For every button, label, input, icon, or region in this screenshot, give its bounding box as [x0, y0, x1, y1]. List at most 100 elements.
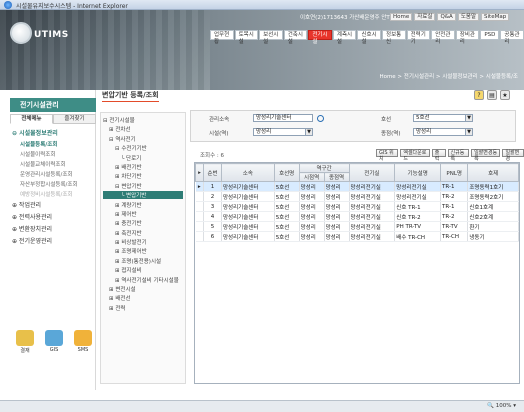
grid-action-button[interactable]: 신규등록	[447, 149, 470, 162]
sidebar-group[interactable]: ⊖ 시설물정보관리	[12, 128, 94, 137]
table-row[interactable]: 2 망성리기술센터 5호선 망성리 망성리 망성리전기실 망성리전기실 TR-2 조명동력2호기	[195, 191, 519, 202]
row-selector[interactable]	[195, 231, 204, 242]
facility-select[interactable]: 망성리 ▼	[253, 128, 313, 136]
tree-node[interactable]: ⊞ 전차선	[103, 125, 183, 133]
col-room[interactable]: 전기실	[348, 163, 396, 182]
zoom-level[interactable]: 🔍 100% ▾	[487, 403, 516, 409]
type-select[interactable]: 망성리 ▼	[413, 128, 473, 136]
row-selector[interactable]	[195, 191, 204, 202]
sidebar-item[interactable]: 시설물교체이력조회	[12, 160, 94, 168]
app-logo[interactable]: UTIMS	[10, 18, 68, 58]
grid-action-button[interactable]: 출력	[431, 149, 446, 162]
sidebar-group[interactable]: ⊕ 전력사용관리	[12, 212, 94, 221]
line-select-value: 5호선	[416, 115, 430, 121]
top-menu-item[interactable]: 계측시설	[332, 30, 357, 45]
row-selector[interactable]	[195, 201, 204, 212]
util-link[interactable]: Home	[390, 13, 413, 21]
sidebar-item[interactable]: 자산부정합시설등록/조회	[12, 180, 94, 188]
print-icon[interactable]: ▤	[487, 90, 497, 100]
facility-label: 시설(역)	[209, 131, 229, 137]
tree-node[interactable]: ⊞ 조명제어반	[103, 247, 183, 255]
line-select[interactable]: 5호선 ▼	[413, 114, 473, 122]
top-menu-item[interactable]: 건축시설	[283, 30, 308, 45]
sidebar-group[interactable]: ⊕ 변환장치관리	[12, 224, 94, 233]
table-cell: 망성리전기실	[394, 181, 442, 192]
help-icon[interactable]: ?	[474, 90, 484, 100]
top-menu-item[interactable]: 업무현황	[210, 30, 234, 45]
sms-button[interactable]: SMS	[72, 330, 94, 354]
col-end[interactable]: 종점역	[323, 172, 350, 182]
tree-node[interactable]: ⊞ 전력	[103, 304, 183, 312]
sidebar-group[interactable]: ⊕ 전기운영관리	[12, 236, 94, 245]
tree-node[interactable]: ⊟ 역사전기	[103, 135, 183, 143]
sidebar-item[interactable]: 시설물이력조회	[12, 150, 94, 158]
grid-action-button[interactable]: 엑셀다운로드	[400, 149, 430, 162]
col-seq[interactable]: 순번	[203, 163, 222, 182]
search-icon[interactable]	[317, 115, 324, 122]
table-row[interactable]: 3 망성리기술센터 5호선 망성리 망성리 망성리전기실 신호 TR-1 TR-1 신호1호계	[195, 201, 519, 212]
top-menu-item[interactable]: 공통관리	[500, 30, 524, 45]
table-cell: 망성리	[299, 231, 325, 242]
col-pnl[interactable]: PNL명	[440, 163, 469, 182]
tree-node[interactable]: ⊟ 변압기반	[103, 182, 183, 190]
sidebar-group[interactable]: ⊕ 작업관리	[12, 200, 94, 209]
tree-node[interactable]: ⊞ 축전지반	[103, 229, 183, 237]
tree-node[interactable]: ⊟ 전기시설물	[103, 116, 183, 124]
col-start[interactable]: 시점역	[298, 172, 325, 182]
col-unit[interactable]: 호제	[467, 163, 519, 182]
table-cell: 5호선	[274, 211, 300, 222]
tree-node[interactable]: ⊞ 차단기반	[103, 172, 183, 180]
tab-favorites[interactable]: 즐겨찾기	[53, 114, 96, 124]
tree-node[interactable]: ⊞ 조명(통전용)시설	[103, 257, 183, 265]
table-row[interactable]: 4 망성리기술센터 5호선 망성리 망성리 망성리전기실 신호 TR-2 TR-2 신호2호계	[195, 211, 519, 222]
top-menu-item[interactable]: 전기시설	[308, 30, 332, 45]
util-link[interactable]: 자료실	[414, 13, 436, 21]
sidebar-item[interactable]: 시설물등록/조회	[12, 140, 94, 148]
top-menu-item[interactable]: 장비관리	[455, 30, 480, 45]
top-menu-item[interactable]: 안전관리	[431, 30, 455, 45]
util-link[interactable]: SiteMap	[481, 13, 510, 21]
tree-node[interactable]: ⊞ 접지설비	[103, 266, 183, 274]
tree-node[interactable]: ⊞ 배전기반	[103, 163, 183, 171]
top-menu-item[interactable]: PSD	[480, 30, 500, 40]
table-cell: 망성리	[299, 181, 325, 192]
tree-node[interactable]: ⊞ 충전기반	[103, 219, 183, 227]
grid-action-button[interactable]: GIS 위치	[376, 149, 399, 162]
util-link[interactable]: 도움말	[457, 13, 480, 21]
tree-node[interactable]: ⊞ 제어반	[103, 210, 183, 218]
favorite-icon[interactable]: ★	[500, 90, 510, 100]
row-selector[interactable]	[195, 211, 204, 222]
top-menu-item[interactable]: 전력기기	[406, 30, 431, 45]
grid-action-button[interactable]: 일괄변경등록	[471, 149, 501, 162]
col-desc[interactable]: 기능설명	[394, 163, 442, 182]
col-org[interactable]: 소속	[221, 163, 275, 182]
admin-button[interactable]: 결재	[14, 330, 36, 354]
tree-node[interactable]: ⊟ 수전기기반	[103, 144, 183, 152]
gis-button[interactable]: GIS	[43, 330, 65, 354]
top-menu-item[interactable]: 토목시설	[234, 30, 259, 45]
row-selector[interactable]: ▸	[195, 181, 204, 192]
tree-node[interactable]: ⊞ 배전선	[103, 294, 183, 302]
grid-action-button[interactable]: 일괄변경	[502, 149, 524, 162]
tree-node[interactable]: ⊞ 비상발전기	[103, 238, 183, 246]
table-row[interactable]: ▸ 1 망성리기술센터 5호선 망성리 망성리 망성리전기실 망성리전기실 TR-1 조명동력1호…	[195, 181, 519, 192]
util-link[interactable]: Q&A	[437, 13, 456, 21]
sidebar-item[interactable]: 예방정비시설등록/조회	[12, 190, 94, 198]
org-field[interactable]: 망성리기술센터	[253, 114, 313, 122]
top-menu-item[interactable]: 보선시설	[259, 30, 283, 45]
tab-all-menu[interactable]: 전체메뉴	[10, 114, 53, 124]
tree-node[interactable]: ⊞ 역사전기설비 기타시설물	[103, 276, 183, 284]
table-cell: TR-2	[440, 211, 469, 222]
tree-node[interactable]: ⊞ 계량기반	[103, 201, 183, 209]
top-menu-item[interactable]: 신호시설	[357, 30, 382, 45]
col-line[interactable]: 호선명	[273, 163, 300, 182]
table-row[interactable]: 6 망성리기술센터 5호선 망성리 망성리 망성리전기실 배수 TR-CH TR-CH 냉동기	[195, 231, 519, 242]
tree-node[interactable]: └ 변압기반	[103, 191, 183, 200]
row-selector[interactable]	[195, 221, 204, 232]
table-row[interactable]: 5 망성리기술센터 5호선 망성리 망성리 망성리전기실 PH TR-TV TR-TV 환기	[195, 221, 519, 232]
sidebar-item[interactable]: 운영관리시설등록/조회	[12, 170, 94, 178]
tree-node[interactable]: └ 단로기	[103, 154, 183, 162]
top-menu-item[interactable]: 정보통신	[382, 30, 406, 45]
table-cell: 6	[203, 231, 222, 242]
tree-node[interactable]: ⊞ 변전시설	[103, 285, 183, 293]
